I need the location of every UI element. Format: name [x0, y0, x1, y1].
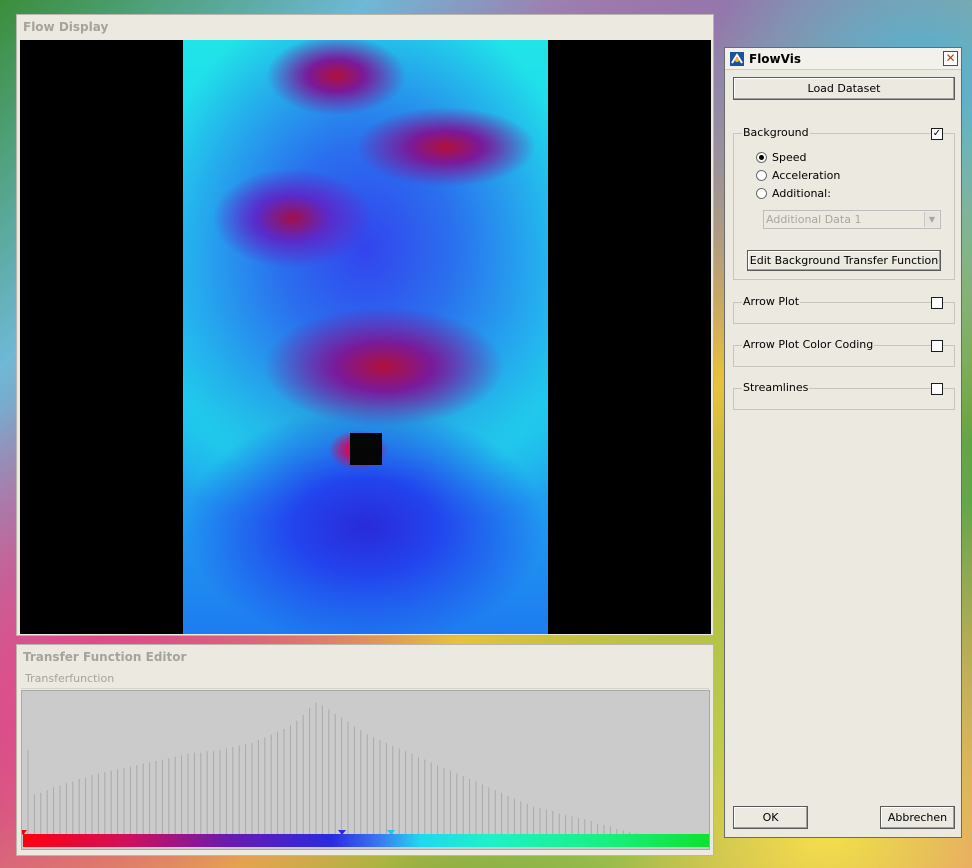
radio-acceleration-button[interactable] [756, 170, 767, 181]
arrow-plot-color-coding-group: Arrow Plot Color Coding [733, 338, 955, 367]
radio-speed-label: Speed [772, 151, 807, 164]
radio-additional-button[interactable] [756, 188, 767, 199]
transfer-function-editor-title: Transfer Function Editor [17, 645, 713, 669]
radio-speed-button[interactable] [756, 152, 767, 163]
flow-display-title: Flow Display [17, 15, 713, 39]
arrow-plot-checkbox[interactable] [931, 297, 943, 309]
cancel-button[interactable]: Abbrechen [880, 806, 955, 829]
ok-button[interactable]: OK [733, 806, 808, 829]
arrow-plot-color-coding-checkbox[interactable] [931, 340, 943, 352]
transfer-function-editor-window: Transfer Function Editor Transferfunctio… [16, 644, 714, 856]
radio-additional-label: Additional: [772, 187, 831, 200]
flow-visualization-canvas[interactable] [20, 40, 711, 634]
streamlines-group: Streamlines [733, 381, 955, 410]
transfer-function-subtitle: Transferfunction [21, 669, 709, 689]
chevron-down-icon[interactable]: ▼ [924, 212, 939, 227]
flow-display-window: Flow Display [16, 14, 714, 636]
radio-acceleration-label: Acceleration [772, 169, 841, 182]
obstacle-square [350, 433, 382, 465]
close-icon[interactable]: ✕ [943, 51, 958, 66]
edit-background-transfer-function-button[interactable]: Edit Background Transfer Function [747, 250, 941, 271]
flow-speed-field [183, 40, 548, 634]
flowvis-dialog: FlowVis ✕ Load Dataset Background ✓ Spee… [724, 47, 962, 838]
streamlines-checkbox[interactable] [931, 383, 943, 395]
additional-data-select-value: Additional Data 1 [766, 213, 862, 226]
streamlines-label: Streamlines [742, 381, 810, 395]
background-checkbox[interactable]: ✓ [931, 128, 943, 140]
load-dataset-button[interactable]: Load Dataset [733, 77, 955, 100]
color-gradient-bar[interactable] [23, 834, 709, 847]
flowvis-title: FlowVis [749, 52, 801, 66]
flowvis-title-bar: FlowVis ✕ [725, 48, 961, 70]
histogram-bars [27, 702, 637, 836]
background-group-label: Background [742, 126, 810, 140]
background-group: Background ✓ Speed Acceleration Addition… [733, 126, 955, 280]
arrow-plot-group: Arrow Plot [733, 295, 955, 324]
arrow-plot-color-coding-label: Arrow Plot Color Coding [742, 338, 875, 352]
transfer-function-area[interactable] [21, 690, 710, 850]
arrow-plot-label: Arrow Plot [742, 295, 801, 309]
app-icon [730, 52, 744, 66]
additional-data-select[interactable]: Additional Data 1 ▼ [763, 210, 941, 229]
